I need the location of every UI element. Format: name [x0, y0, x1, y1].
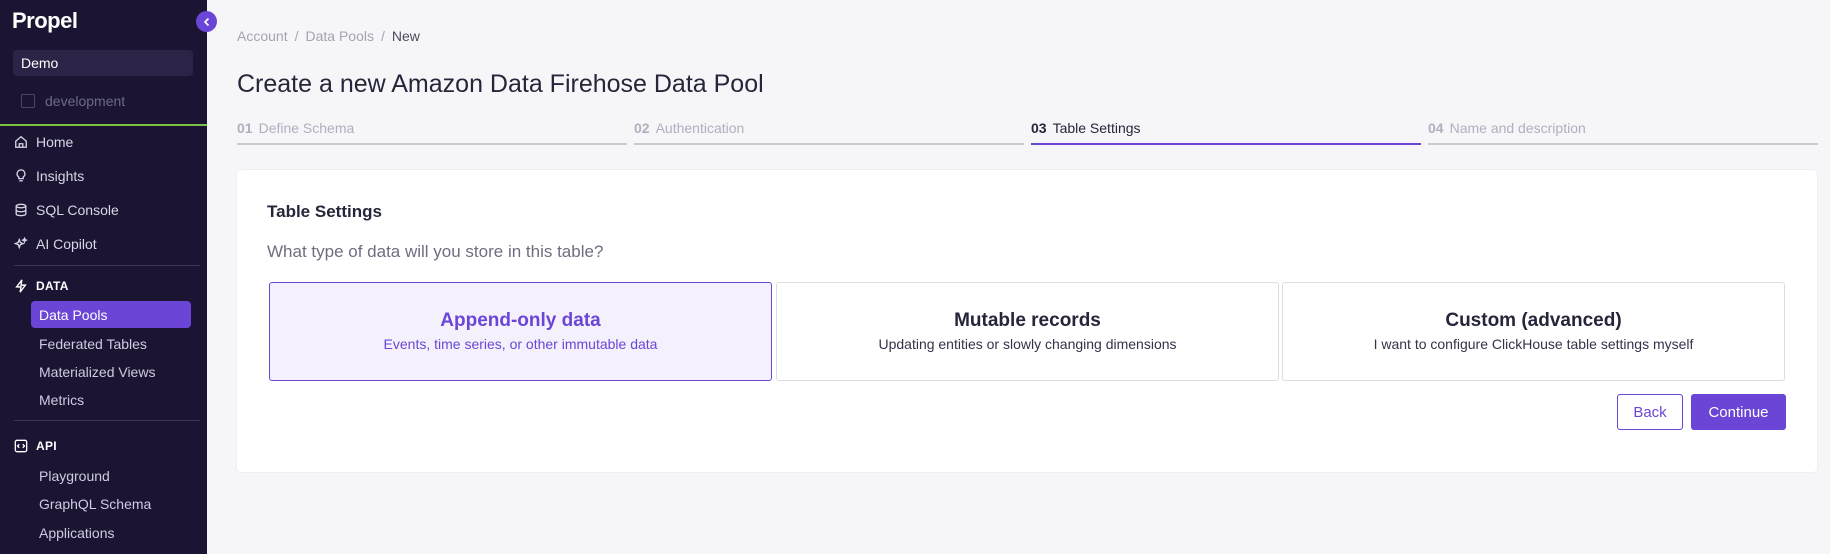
nav-item-sql-console[interactable]: SQL Console	[14, 202, 119, 218]
sidebar-item-metrics[interactable]: Metrics	[31, 386, 191, 413]
logo[interactable]: Propel	[12, 8, 78, 34]
step-number: 04	[1428, 120, 1444, 136]
option-description: Events, time series, or other immutable …	[383, 336, 658, 352]
table-settings-card: Table Settings What type of data will yo…	[237, 170, 1817, 472]
continue-button[interactable]: Continue	[1691, 394, 1786, 430]
sidebar-divider	[14, 420, 200, 421]
sparkles-icon	[14, 237, 28, 250]
step-table-settings[interactable]: 03 Table Settings	[1031, 120, 1421, 145]
step-label: Table Settings	[1052, 120, 1141, 136]
card-title: Table Settings	[267, 202, 382, 221]
nav-label: SQL Console	[36, 202, 119, 218]
option-title: Custom (advanced)	[1445, 310, 1622, 331]
back-button[interactable]: Back	[1617, 394, 1683, 430]
code-icon	[14, 439, 28, 453]
step-label: Name and description	[1449, 120, 1586, 136]
stepper: 01 Define Schema 02 Authentication 03 Table…	[237, 120, 1818, 145]
sidebar-item-data-pools[interactable]: Data Pools	[31, 301, 191, 328]
nav-item-insights[interactable]: Insights	[14, 168, 84, 184]
environment-selector[interactable]: development	[13, 88, 193, 114]
data-type-question: What type of data will you store in this…	[267, 242, 604, 261]
org-selector[interactable]: Demo	[13, 50, 193, 76]
option-description: Updating entities or slowly changing dim…	[878, 336, 1177, 352]
step-authentication[interactable]: 02 Authentication	[634, 120, 1024, 145]
option-description: I want to configure ClickHouse table set…	[1373, 336, 1694, 352]
environment-indicator-bar	[0, 124, 207, 126]
step-define-schema[interactable]: 01 Define Schema	[237, 120, 627, 145]
breadcrumb-separator: /	[380, 28, 385, 44]
nav-label: Home	[36, 134, 74, 150]
environment-icon	[21, 94, 35, 108]
nav-item-ai-copilot[interactable]: AI Copilot	[14, 236, 97, 252]
section-label: API	[36, 439, 57, 453]
step-number: 01	[237, 120, 253, 136]
database-icon	[15, 203, 27, 217]
nav-label: AI Copilot	[36, 236, 97, 252]
sidebar-item-federated-tables[interactable]: Federated Tables	[31, 330, 191, 357]
lightbulb-icon	[16, 169, 26, 182]
home-icon	[15, 135, 27, 148]
option-custom-advanced[interactable]: Custom (advanced) I want to configure Cl…	[1282, 282, 1785, 381]
bolt-icon	[15, 279, 27, 293]
step-label: Define Schema	[258, 120, 355, 136]
sidebar: Propel Demo development Home Insights SQ…	[0, 0, 207, 554]
nav-item-home[interactable]: Home	[14, 134, 73, 150]
step-number: 02	[634, 120, 650, 136]
breadcrumb-current: New	[391, 28, 420, 44]
sidebar-section-data: DATA	[14, 279, 69, 293]
environment-label: development	[45, 93, 126, 109]
breadcrumb-separator: /	[294, 28, 299, 44]
step-label: Authentication	[655, 120, 745, 136]
sidebar-divider	[14, 265, 200, 266]
section-label: DATA	[36, 279, 69, 293]
option-mutable-records[interactable]: Mutable records Updating entities or slo…	[776, 282, 1279, 381]
option-title: Mutable records	[954, 310, 1101, 331]
breadcrumb-data-pools[interactable]: Data Pools	[305, 28, 373, 44]
option-append-only[interactable]: Append-only data Events, time series, or…	[269, 282, 772, 381]
nav-label: Insights	[36, 168, 85, 184]
page-title: Create a new Amazon Data Firehose Data P…	[237, 70, 764, 98]
step-name-and-description[interactable]: 04 Name and description	[1428, 120, 1818, 145]
sidebar-item-graphql-schema[interactable]: GraphQL Schema	[31, 490, 191, 517]
sidebar-item-materialized-views[interactable]: Materialized Views	[31, 358, 191, 385]
breadcrumb-account[interactable]: Account	[237, 28, 288, 44]
sidebar-item-playground[interactable]: Playground	[31, 462, 191, 489]
option-title: Append-only data	[440, 310, 601, 331]
sidebar-item-applications[interactable]: Applications	[31, 519, 191, 546]
breadcrumb: Account / Data Pools / New	[237, 28, 420, 44]
chevron-left-icon	[203, 17, 209, 26]
step-number: 03	[1031, 120, 1047, 136]
collapse-sidebar-button[interactable]	[196, 11, 217, 32]
sidebar-section-api: API	[14, 439, 57, 453]
